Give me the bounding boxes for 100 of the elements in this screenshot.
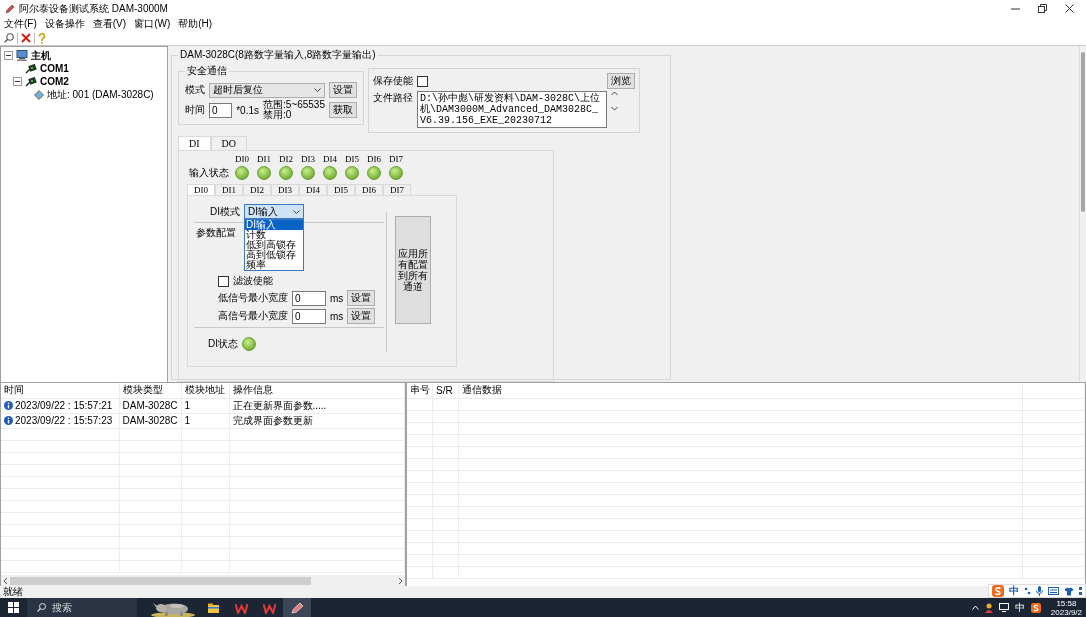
- group-title: 安全通信: [186, 64, 228, 78]
- menu-item[interactable]: 查看(V): [92, 17, 127, 32]
- menu-item[interactable]: 帮助(H): [178, 17, 213, 32]
- delete-icon[interactable]: [21, 33, 31, 44]
- channel-label: DI1: [257, 154, 271, 164]
- scroll-right-icon[interactable]: [397, 577, 403, 585]
- tree-item[interactable]: COM1: [40, 63, 69, 74]
- collapse-icon[interactable]: [4, 51, 13, 60]
- tab[interactable]: DI1: [215, 184, 243, 195]
- table-cell: 1: [184, 400, 191, 411]
- search-icon[interactable]: [4, 33, 14, 44]
- clock-date[interactable]: 2023/9/2: [1050, 607, 1082, 617]
- apply-button[interactable]: 应用所有配置到所有通道: [395, 216, 431, 324]
- width-field[interactable]: 0: [292, 290, 326, 306]
- table-cell: DAM-3028C: [122, 400, 178, 411]
- restore-icon[interactable]: [1038, 4, 1047, 14]
- channel-label: DI4: [323, 154, 337, 164]
- menu-item[interactable]: 文件(F): [4, 17, 37, 32]
- field-label: 时间: [185, 103, 205, 117]
- dropdown-option[interactable]: 频率: [245, 260, 303, 270]
- filter-checkbox[interactable]: [218, 275, 229, 287]
- table-cell: 2023/09/22 : 15:57:23: [15, 415, 113, 426]
- tab[interactable]: DO: [210, 136, 247, 150]
- vertical-scrollbar[interactable]: [1079, 46, 1086, 382]
- computer-icon: [16, 50, 28, 61]
- tree-item[interactable]: 主机: [31, 48, 51, 63]
- pen-icon[interactable]: [290, 601, 304, 614]
- column-header[interactable]: 操作信息: [229, 383, 404, 398]
- pen-icon: [5, 3, 15, 14]
- table-cell: 1: [184, 415, 191, 426]
- keyboard-icon[interactable]: [1048, 587, 1059, 595]
- ime-mode[interactable]: 中: [1009, 584, 1019, 598]
- field-label: 高信号最小宽度: [218, 309, 288, 323]
- shirt-icon[interactable]: [1064, 586, 1074, 596]
- channel-label: DI6: [367, 154, 381, 164]
- browse-button[interactable]: 浏览: [607, 73, 635, 89]
- channel-label: DI7: [389, 154, 403, 164]
- column-header[interactable]: 模块类型: [119, 383, 181, 398]
- punctuation-icon[interactable]: [1024, 587, 1031, 595]
- dropdown-option[interactable]: DI输入: [245, 220, 303, 230]
- wps-writer-icon[interactable]: [234, 601, 248, 614]
- width-field[interactable]: 0: [292, 308, 326, 324]
- column-header[interactable]: S/R: [432, 383, 459, 398]
- window-title: 阿尔泰设备测试系统 DAM-3000M: [19, 1, 168, 16]
- menu-item[interactable]: 窗口(W): [134, 17, 171, 32]
- caret-icon: [293, 209, 300, 214]
- dropdown-option[interactable]: 计数: [245, 230, 303, 240]
- tree-item[interactable]: 地址: 001 (DAM-3028C): [47, 87, 154, 102]
- column-header[interactable]: 时间: [1, 383, 119, 398]
- set-button[interactable]: 设置: [329, 82, 357, 98]
- tree-item[interactable]: COM2: [40, 76, 69, 87]
- set-button[interactable]: 设置: [347, 308, 376, 324]
- range-note: 范围:5~65535: [263, 100, 325, 110]
- mode-dropdown[interactable]: 超时后复位: [209, 82, 325, 98]
- scroll-left-icon[interactable]: [3, 577, 8, 585]
- tab[interactable]: DI0: [187, 184, 215, 195]
- tab[interactable]: DI2: [243, 184, 271, 195]
- dropdown-option[interactable]: 低到高锁存: [245, 240, 303, 250]
- monitor-icon[interactable]: [998, 603, 1009, 612]
- microphone-icon[interactable]: [1036, 586, 1043, 596]
- tab[interactable]: DI5: [327, 184, 355, 195]
- grip-icon[interactable]: [1079, 586, 1082, 596]
- save-checkbox[interactable]: [417, 75, 428, 87]
- column-header[interactable]: 模块地址: [181, 383, 229, 398]
- ime-indicator[interactable]: 中: [1014, 600, 1025, 615]
- field-label: DI模式: [210, 204, 240, 219]
- field-label: 低信号最小宽度: [218, 291, 288, 305]
- column-header[interactable]: 通信数据: [458, 383, 1023, 398]
- channel-label: DI5: [345, 154, 359, 164]
- get-button[interactable]: 获取: [329, 102, 357, 118]
- tab[interactable]: DI6: [355, 184, 383, 195]
- taskbar-search[interactable]: 搜索: [27, 598, 137, 617]
- column-header[interactable]: 串号: [406, 383, 433, 398]
- field-label: 输入状态: [189, 166, 229, 180]
- file-path-field[interactable]: D:\孙中彪\研发资料\DAM-3028C\上位机\DAM3000M_Advanced_DAM3028C_V6.39.156_EXE_20230712: [417, 91, 607, 128]
- mode-dropdown[interactable]: DI输入: [244, 204, 304, 219]
- channel-label: DI3: [301, 154, 315, 164]
- tab[interactable]: DI7: [383, 184, 411, 195]
- clock-time[interactable]: 15:58: [1056, 598, 1077, 608]
- windows-start-icon[interactable]: [8, 602, 19, 613]
- table-cell: 正在更新界面参数.....: [232, 399, 327, 411]
- connector-icon: [25, 63, 37, 74]
- folder-icon[interactable]: [206, 601, 220, 614]
- tab[interactable]: DI3: [271, 184, 299, 195]
- menu-item[interactable]: 设备操作: [44, 17, 85, 32]
- dropdown-option[interactable]: 高到低锁存: [245, 250, 303, 260]
- collapse-icon[interactable]: [13, 77, 22, 86]
- chevron-up-icon[interactable]: [971, 605, 979, 610]
- set-button[interactable]: 设置: [347, 290, 376, 306]
- tab[interactable]: DI: [178, 136, 211, 150]
- wps-writer-icon[interactable]: [262, 601, 276, 614]
- tab[interactable]: DI4: [299, 184, 327, 195]
- group-title: DAM-3028C(8路数字量输入,8路数字量输出): [179, 48, 377, 62]
- connector-icon: [25, 76, 37, 87]
- close-icon[interactable]: [1065, 4, 1074, 14]
- person-icon[interactable]: [984, 602, 993, 613]
- status-text: 就绪: [3, 585, 23, 599]
- time-field[interactable]: 0: [209, 102, 233, 118]
- horizontal-scrollbar[interactable]: [1, 575, 405, 587]
- sogou-logo-icon[interactable]: [1030, 602, 1041, 613]
